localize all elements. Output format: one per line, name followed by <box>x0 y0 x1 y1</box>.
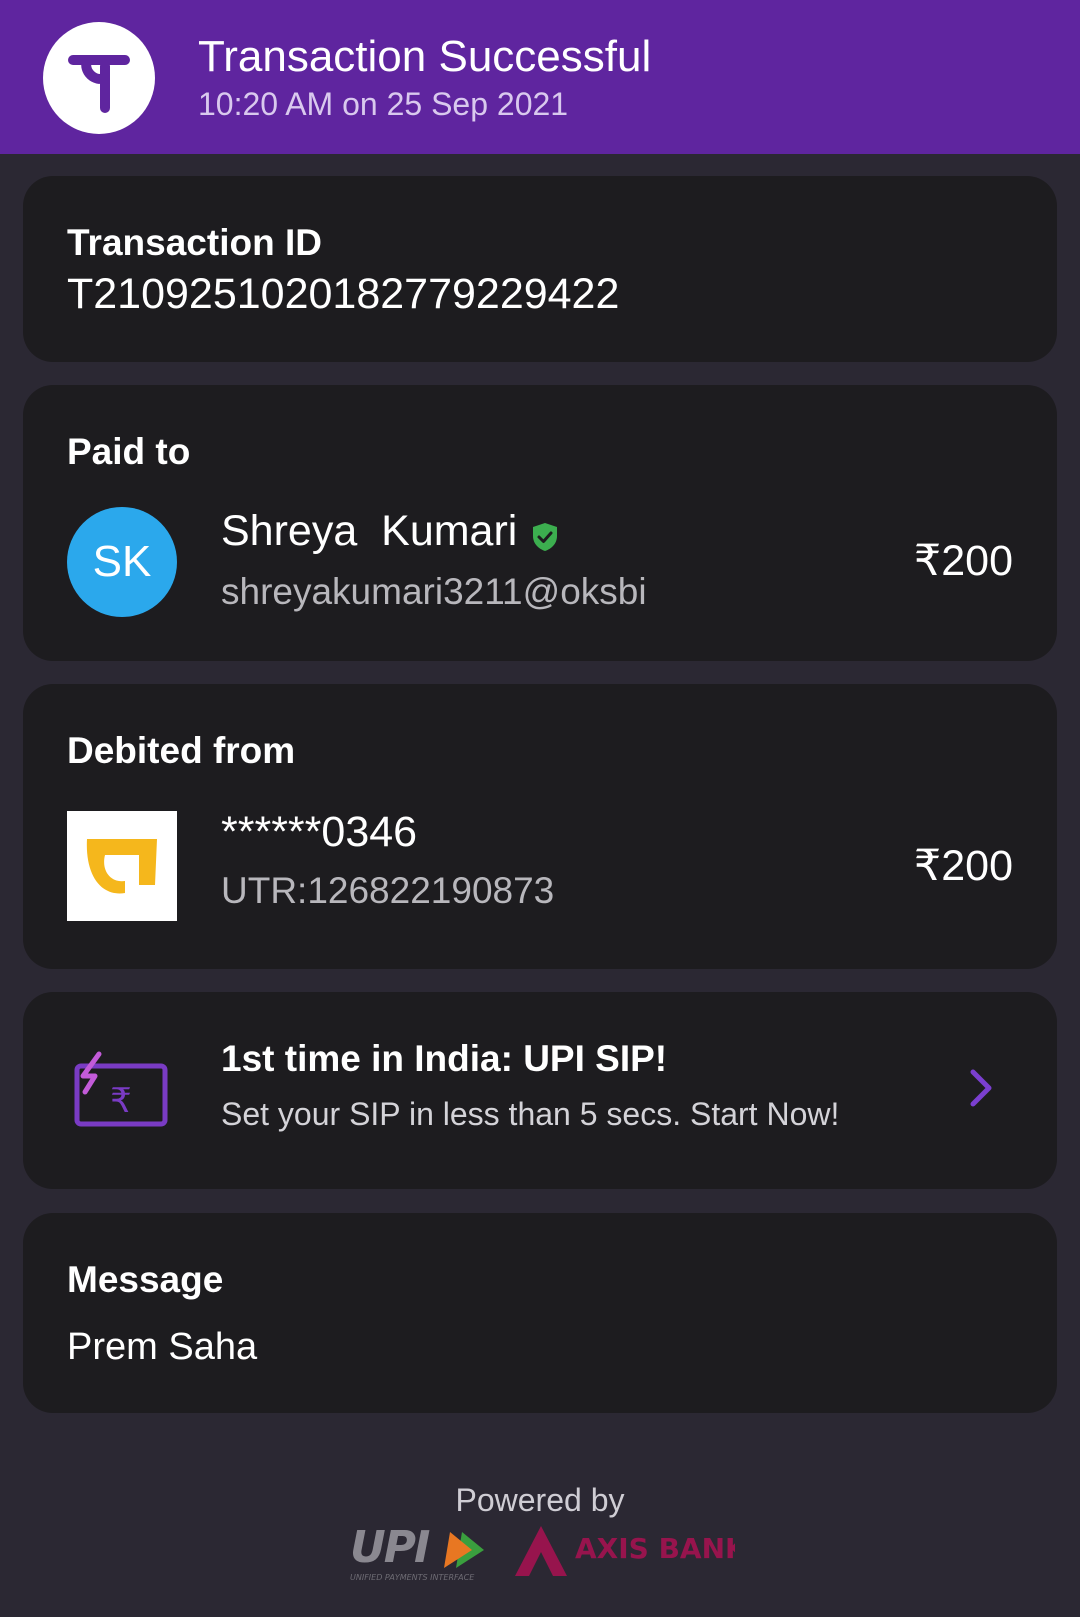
transaction-id-card[interactable]: Transaction ID T2109251020182779229422 <box>23 176 1057 362</box>
paid-to-card[interactable]: Paid to SK Shreya Kumari shreyakumari321… <box>23 385 1057 661</box>
bank-account-number: ******0346 <box>221 808 418 856</box>
message-text: Prem Saha <box>67 1326 258 1368</box>
payee-upi-id: shreyakumari3211@oksbi <box>221 571 647 612</box>
pnb-bank-logo-icon <box>67 811 177 921</box>
svg-text:AXIS BANK: AXIS BANK <box>575 1532 735 1565</box>
upi-sip-promo-card[interactable]: ₹ 1st time in India: UPI SIP! Set your S… <box>23 992 1057 1189</box>
phonepe-logo-icon <box>43 22 155 134</box>
powered-by-text: Powered by <box>455 1482 625 1518</box>
chevron-right-icon[interactable] <box>969 1068 993 1113</box>
paid-amount: ₹200 <box>913 537 1013 585</box>
sip-rupee-card-icon: ₹ <box>71 1048 171 1133</box>
avatar: SK <box>67 507 177 617</box>
transaction-datetime: 10:20 AM on 25 Sep 2021 <box>198 86 569 122</box>
axis-bank-logo-icon: AXIS BANK <box>515 1522 748 1587</box>
transaction-id-value[interactable]: T2109251020182779229422 <box>67 268 619 320</box>
paid-to-label: Paid to <box>67 431 191 472</box>
svg-text:UNIFIED PAYMENTS INTERFACE: UNIFIED PAYMENTS INTERFACE <box>350 1573 475 1582</box>
verified-shield-icon <box>530 521 560 558</box>
transaction-id-label: Transaction ID <box>67 222 322 263</box>
svg-text:₹: ₹ <box>110 1081 132 1121</box>
promo-title: 1st time in India: UPI SIP! <box>221 1038 668 1079</box>
upi-logo-icon: UPI UNIFIED PAYMENTS INTERFACE <box>350 1522 500 1589</box>
payee-name: Shreya Kumari <box>221 507 518 555</box>
utr-number[interactable]: UTR:126822190873 <box>221 868 554 914</box>
message-card: Message Prem Saha <box>23 1213 1057 1413</box>
svg-text:UPI: UPI <box>350 1524 430 1573</box>
promo-subtitle: Set your SIP in less than 5 secs. Start … <box>221 1096 840 1132</box>
debited-from-card[interactable]: Debited from ******0346 UTR:126822190873… <box>23 684 1057 969</box>
debited-amount: ₹200 <box>913 842 1013 890</box>
header: Transaction Successful 10:20 AM on 25 Se… <box>0 0 1080 154</box>
message-label: Message <box>67 1259 224 1300</box>
transaction-status-title: Transaction Successful <box>198 32 652 81</box>
debited-from-label: Debited from <box>67 730 296 771</box>
